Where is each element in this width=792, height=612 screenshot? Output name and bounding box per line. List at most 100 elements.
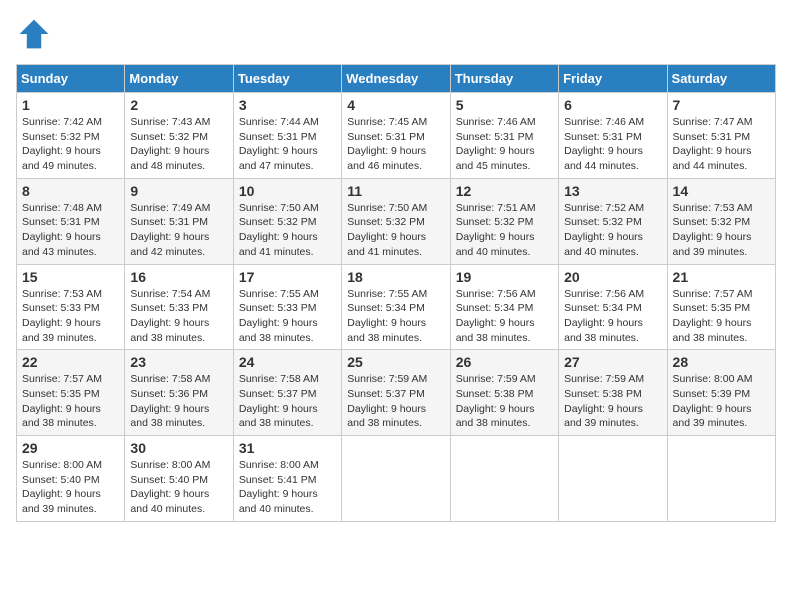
day-number: 19 [456, 269, 553, 285]
day-info: Sunrise: 7:46 AM Sunset: 5:31 PM Dayligh… [564, 115, 661, 174]
day-number: 2 [130, 97, 227, 113]
calendar-cell: 10 Sunrise: 7:50 AM Sunset: 5:32 PM Dayl… [233, 178, 341, 264]
calendar-cell: 21 Sunrise: 7:57 AM Sunset: 5:35 PM Dayl… [667, 264, 775, 350]
calendar-cell: 4 Sunrise: 7:45 AM Sunset: 5:31 PM Dayli… [342, 93, 450, 179]
calendar-cell: 22 Sunrise: 7:57 AM Sunset: 5:35 PM Dayl… [17, 350, 125, 436]
day-info: Sunrise: 7:55 AM Sunset: 5:34 PM Dayligh… [347, 287, 444, 346]
day-info: Sunrise: 7:46 AM Sunset: 5:31 PM Dayligh… [456, 115, 553, 174]
calendar-cell: 28 Sunrise: 8:00 AM Sunset: 5:39 PM Dayl… [667, 350, 775, 436]
day-number: 6 [564, 97, 661, 113]
day-info: Sunrise: 7:57 AM Sunset: 5:35 PM Dayligh… [673, 287, 770, 346]
day-number: 5 [456, 97, 553, 113]
week-row-4: 22 Sunrise: 7:57 AM Sunset: 5:35 PM Dayl… [17, 350, 776, 436]
calendar-cell [342, 436, 450, 522]
day-info: Sunrise: 7:50 AM Sunset: 5:32 PM Dayligh… [347, 201, 444, 260]
column-header-saturday: Saturday [667, 65, 775, 93]
calendar-cell: 30 Sunrise: 8:00 AM Sunset: 5:40 PM Dayl… [125, 436, 233, 522]
calendar-cell: 5 Sunrise: 7:46 AM Sunset: 5:31 PM Dayli… [450, 93, 558, 179]
day-number: 21 [673, 269, 770, 285]
calendar-cell: 17 Sunrise: 7:55 AM Sunset: 5:33 PM Dayl… [233, 264, 341, 350]
day-number: 27 [564, 354, 661, 370]
day-info: Sunrise: 7:51 AM Sunset: 5:32 PM Dayligh… [456, 201, 553, 260]
day-number: 18 [347, 269, 444, 285]
day-info: Sunrise: 7:52 AM Sunset: 5:32 PM Dayligh… [564, 201, 661, 260]
calendar-cell: 20 Sunrise: 7:56 AM Sunset: 5:34 PM Dayl… [559, 264, 667, 350]
day-info: Sunrise: 7:49 AM Sunset: 5:31 PM Dayligh… [130, 201, 227, 260]
calendar-cell: 27 Sunrise: 7:59 AM Sunset: 5:38 PM Dayl… [559, 350, 667, 436]
week-row-3: 15 Sunrise: 7:53 AM Sunset: 5:33 PM Dayl… [17, 264, 776, 350]
day-number: 25 [347, 354, 444, 370]
column-header-wednesday: Wednesday [342, 65, 450, 93]
day-number: 15 [22, 269, 119, 285]
calendar-cell: 16 Sunrise: 7:54 AM Sunset: 5:33 PM Dayl… [125, 264, 233, 350]
day-number: 4 [347, 97, 444, 113]
day-info: Sunrise: 8:00 AM Sunset: 5:41 PM Dayligh… [239, 458, 336, 517]
day-number: 30 [130, 440, 227, 456]
day-info: Sunrise: 8:00 AM Sunset: 5:39 PM Dayligh… [673, 372, 770, 431]
day-info: Sunrise: 7:53 AM Sunset: 5:32 PM Dayligh… [673, 201, 770, 260]
day-info: Sunrise: 8:00 AM Sunset: 5:40 PM Dayligh… [22, 458, 119, 517]
calendar-cell: 24 Sunrise: 7:58 AM Sunset: 5:37 PM Dayl… [233, 350, 341, 436]
calendar-cell: 14 Sunrise: 7:53 AM Sunset: 5:32 PM Dayl… [667, 178, 775, 264]
day-number: 17 [239, 269, 336, 285]
calendar-cell: 15 Sunrise: 7:53 AM Sunset: 5:33 PM Dayl… [17, 264, 125, 350]
day-info: Sunrise: 7:44 AM Sunset: 5:31 PM Dayligh… [239, 115, 336, 174]
day-info: Sunrise: 7:54 AM Sunset: 5:33 PM Dayligh… [130, 287, 227, 346]
day-number: 7 [673, 97, 770, 113]
day-info: Sunrise: 7:58 AM Sunset: 5:37 PM Dayligh… [239, 372, 336, 431]
column-header-sunday: Sunday [17, 65, 125, 93]
day-info: Sunrise: 7:59 AM Sunset: 5:37 PM Dayligh… [347, 372, 444, 431]
logo-icon [16, 16, 52, 52]
day-number: 26 [456, 354, 553, 370]
day-info: Sunrise: 7:58 AM Sunset: 5:36 PM Dayligh… [130, 372, 227, 431]
day-info: Sunrise: 7:45 AM Sunset: 5:31 PM Dayligh… [347, 115, 444, 174]
day-info: Sunrise: 7:59 AM Sunset: 5:38 PM Dayligh… [456, 372, 553, 431]
day-number: 20 [564, 269, 661, 285]
week-row-2: 8 Sunrise: 7:48 AM Sunset: 5:31 PM Dayli… [17, 178, 776, 264]
column-header-thursday: Thursday [450, 65, 558, 93]
day-number: 13 [564, 183, 661, 199]
day-number: 10 [239, 183, 336, 199]
page-header [16, 16, 776, 52]
calendar-cell [667, 436, 775, 522]
day-info: Sunrise: 7:53 AM Sunset: 5:33 PM Dayligh… [22, 287, 119, 346]
day-info: Sunrise: 7:47 AM Sunset: 5:31 PM Dayligh… [673, 115, 770, 174]
calendar-cell: 7 Sunrise: 7:47 AM Sunset: 5:31 PM Dayli… [667, 93, 775, 179]
calendar-cell: 12 Sunrise: 7:51 AM Sunset: 5:32 PM Dayl… [450, 178, 558, 264]
column-header-tuesday: Tuesday [233, 65, 341, 93]
day-info: Sunrise: 7:55 AM Sunset: 5:33 PM Dayligh… [239, 287, 336, 346]
day-number: 1 [22, 97, 119, 113]
logo [16, 16, 58, 52]
day-info: Sunrise: 7:48 AM Sunset: 5:31 PM Dayligh… [22, 201, 119, 260]
day-info: Sunrise: 8:00 AM Sunset: 5:40 PM Dayligh… [130, 458, 227, 517]
calendar-cell: 13 Sunrise: 7:52 AM Sunset: 5:32 PM Dayl… [559, 178, 667, 264]
calendar-cell: 11 Sunrise: 7:50 AM Sunset: 5:32 PM Dayl… [342, 178, 450, 264]
calendar-cell: 19 Sunrise: 7:56 AM Sunset: 5:34 PM Dayl… [450, 264, 558, 350]
day-info: Sunrise: 7:50 AM Sunset: 5:32 PM Dayligh… [239, 201, 336, 260]
calendar-cell: 9 Sunrise: 7:49 AM Sunset: 5:31 PM Dayli… [125, 178, 233, 264]
calendar-cell: 2 Sunrise: 7:43 AM Sunset: 5:32 PM Dayli… [125, 93, 233, 179]
calendar-cell: 1 Sunrise: 7:42 AM Sunset: 5:32 PM Dayli… [17, 93, 125, 179]
day-info: Sunrise: 7:56 AM Sunset: 5:34 PM Dayligh… [456, 287, 553, 346]
calendar-body: 1 Sunrise: 7:42 AM Sunset: 5:32 PM Dayli… [17, 93, 776, 522]
day-number: 9 [130, 183, 227, 199]
day-number: 11 [347, 183, 444, 199]
column-header-monday: Monday [125, 65, 233, 93]
day-number: 22 [22, 354, 119, 370]
day-number: 8 [22, 183, 119, 199]
column-header-friday: Friday [559, 65, 667, 93]
week-row-5: 29 Sunrise: 8:00 AM Sunset: 5:40 PM Dayl… [17, 436, 776, 522]
calendar-cell: 6 Sunrise: 7:46 AM Sunset: 5:31 PM Dayli… [559, 93, 667, 179]
calendar-cell: 25 Sunrise: 7:59 AM Sunset: 5:37 PM Dayl… [342, 350, 450, 436]
day-info: Sunrise: 7:43 AM Sunset: 5:32 PM Dayligh… [130, 115, 227, 174]
calendar-cell: 23 Sunrise: 7:58 AM Sunset: 5:36 PM Dayl… [125, 350, 233, 436]
calendar-cell: 18 Sunrise: 7:55 AM Sunset: 5:34 PM Dayl… [342, 264, 450, 350]
day-number: 14 [673, 183, 770, 199]
day-number: 31 [239, 440, 336, 456]
calendar-cell: 3 Sunrise: 7:44 AM Sunset: 5:31 PM Dayli… [233, 93, 341, 179]
calendar-header-row: SundayMondayTuesdayWednesdayThursdayFrid… [17, 65, 776, 93]
day-number: 16 [130, 269, 227, 285]
day-info: Sunrise: 7:56 AM Sunset: 5:34 PM Dayligh… [564, 287, 661, 346]
day-info: Sunrise: 7:59 AM Sunset: 5:38 PM Dayligh… [564, 372, 661, 431]
day-number: 12 [456, 183, 553, 199]
